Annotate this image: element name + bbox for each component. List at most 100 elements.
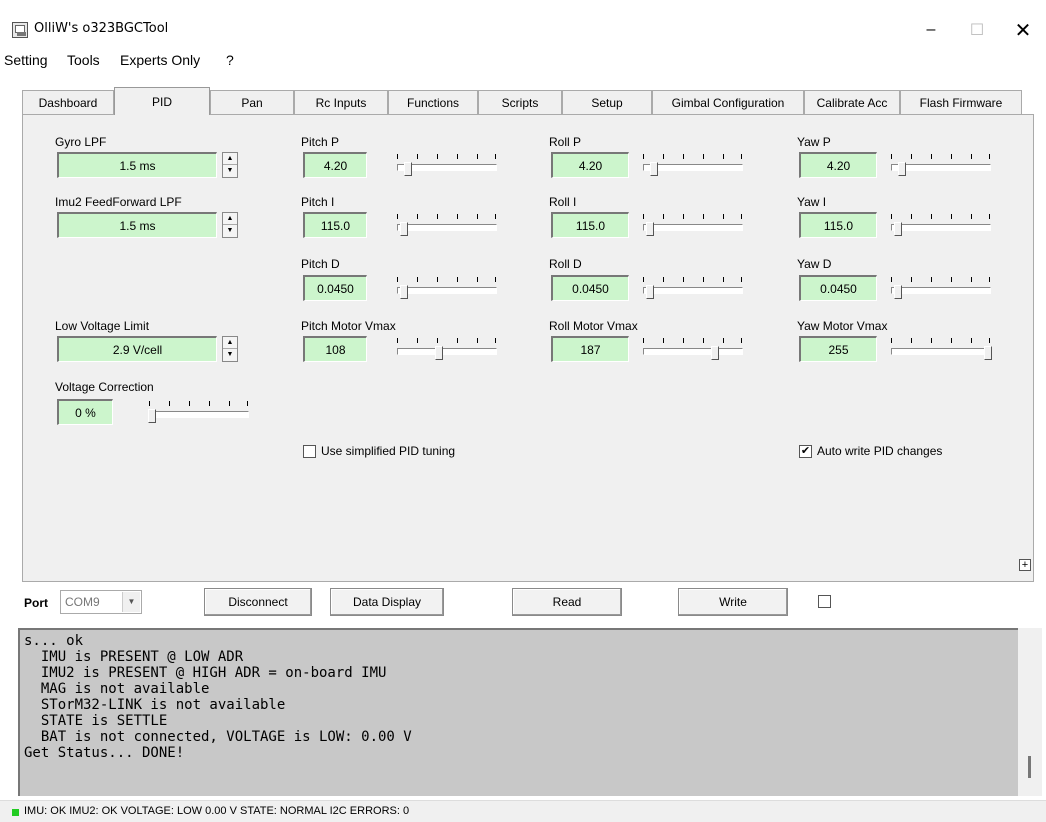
spin-up-icon[interactable]: ▲ xyxy=(223,153,237,165)
roll-p-field[interactable]: 4.20 xyxy=(551,152,629,178)
pitch-d-field[interactable]: 0.0450 xyxy=(303,275,367,301)
log-scrollbar[interactable] xyxy=(1018,628,1042,796)
menu-experts-only[interactable]: Experts Only xyxy=(120,52,200,68)
slider-thumb[interactable] xyxy=(649,162,658,176)
port-option-checkbox[interactable] xyxy=(818,595,831,608)
slider-track[interactable] xyxy=(397,224,497,231)
tab-gimbal-configuration[interactable]: Gimbal Configuration xyxy=(652,90,804,114)
auto-write-pid-checkbox[interactable]: ✔ xyxy=(799,445,812,458)
tab-scripts[interactable]: Scripts xyxy=(478,90,562,114)
yaw-p-slider[interactable] xyxy=(889,152,993,178)
tab-pid[interactable]: PID xyxy=(114,87,210,115)
slider-track[interactable] xyxy=(643,224,743,231)
slider-thumb[interactable] xyxy=(399,222,408,236)
roll-vmax-field[interactable]: 187 xyxy=(551,336,629,362)
roll-d-field[interactable]: 0.0450 xyxy=(551,275,629,301)
slider-thumb[interactable] xyxy=(645,222,654,236)
yaw-d-field[interactable]: 0.0450 xyxy=(799,275,877,301)
slider-thumb[interactable] xyxy=(710,346,719,360)
slider-track[interactable] xyxy=(891,164,991,171)
gyro-lpf-label: Gyro LPF xyxy=(55,135,107,149)
menu-help[interactable]: ? xyxy=(226,52,234,68)
spin-down-icon[interactable]: ▼ xyxy=(223,225,237,237)
roll-p-slider[interactable] xyxy=(641,152,745,178)
menu-tools[interactable]: Tools xyxy=(67,52,100,68)
roll-i-slider[interactable] xyxy=(641,212,745,238)
tab-calibrate-acc[interactable]: Calibrate Acc xyxy=(804,90,900,114)
chevron-down-icon[interactable]: ▼ xyxy=(122,592,140,612)
maximize-button[interactable]: ☐ xyxy=(954,10,1000,50)
simplified-pid-checkbox[interactable] xyxy=(303,445,316,458)
close-button[interactable]: ✕ xyxy=(1000,10,1046,50)
slider-thumb[interactable] xyxy=(897,162,906,176)
slider-track[interactable] xyxy=(397,287,497,294)
disconnect-button[interactable]: Disconnect xyxy=(204,588,312,616)
slider-track[interactable] xyxy=(891,348,991,355)
spin-down-icon[interactable]: ▼ xyxy=(223,165,237,177)
slider-tick xyxy=(971,277,972,282)
roll-d-slider[interactable] xyxy=(641,275,745,301)
yaw-i-slider[interactable] xyxy=(889,212,993,238)
tab-rc-inputs[interactable]: Rc Inputs xyxy=(294,90,388,114)
tab-functions[interactable]: Functions xyxy=(388,90,478,114)
voltage-correction-slider[interactable] xyxy=(147,399,251,425)
spin-down-icon[interactable]: ▼ xyxy=(223,349,237,361)
slider-track[interactable] xyxy=(643,348,743,355)
slider-track[interactable] xyxy=(643,164,743,171)
imu2-ff-lpf-spinner[interactable]: ▲ ▼ xyxy=(222,212,238,238)
roll-i-label: Roll I xyxy=(549,195,577,209)
tab-flash-firmware[interactable]: Flash Firmware xyxy=(900,90,1022,114)
low-voltage-field[interactable]: 2.9 V/cell xyxy=(57,336,217,362)
pitch-vmax-field[interactable]: 108 xyxy=(303,336,367,362)
low-voltage-spinner[interactable]: ▲ ▼ xyxy=(222,336,238,362)
yaw-d-label: Yaw D xyxy=(797,257,832,271)
yaw-i-field[interactable]: 115.0 xyxy=(799,212,877,238)
menu-setting[interactable]: Setting xyxy=(4,52,48,68)
yaw-p-field[interactable]: 4.20 xyxy=(799,152,877,178)
port-bar: Port COM9 ▼ Disconnect Data Display Read… xyxy=(0,584,1046,622)
gyro-lpf-field[interactable]: 1.5 ms xyxy=(57,152,217,178)
pitch-d-slider[interactable] xyxy=(395,275,499,301)
pitch-vmax-slider[interactable] xyxy=(395,336,499,362)
spin-up-icon[interactable]: ▲ xyxy=(223,337,237,349)
read-button[interactable]: Read xyxy=(512,588,622,616)
slider-tick xyxy=(703,154,704,159)
slider-track[interactable] xyxy=(397,164,497,171)
slider-thumb[interactable] xyxy=(435,346,444,360)
minimize-button[interactable]: – xyxy=(908,10,954,50)
slider-thumb[interactable] xyxy=(893,222,902,236)
pitch-i-slider[interactable] xyxy=(395,212,499,238)
yaw-vmax-field[interactable]: 255 xyxy=(799,336,877,362)
port-select[interactable]: COM9 ▼ xyxy=(60,590,142,614)
imu2-ff-lpf-field[interactable]: 1.5 ms xyxy=(57,212,217,238)
write-button[interactable]: Write xyxy=(678,588,788,616)
slider-tick xyxy=(703,338,704,343)
slider-track[interactable] xyxy=(643,287,743,294)
data-display-button[interactable]: Data Display xyxy=(330,588,444,616)
slider-track[interactable] xyxy=(891,287,991,294)
slider-track[interactable] xyxy=(149,411,249,418)
tab-setup[interactable]: Setup xyxy=(562,90,652,114)
tab-dashboard[interactable]: Dashboard xyxy=(22,90,114,114)
expand-plus-icon[interactable]: + xyxy=(1019,559,1031,571)
slider-thumb[interactable] xyxy=(403,162,412,176)
slider-track[interactable] xyxy=(891,224,991,231)
pitch-p-field[interactable]: 4.20 xyxy=(303,152,367,178)
roll-vmax-slider[interactable] xyxy=(641,336,745,362)
slider-thumb[interactable] xyxy=(984,346,992,360)
yaw-vmax-slider[interactable] xyxy=(889,336,993,362)
tab-pan[interactable]: Pan xyxy=(210,90,294,114)
slider-thumb[interactable] xyxy=(148,409,156,423)
slider-thumb[interactable] xyxy=(893,285,902,299)
pitch-p-slider[interactable] xyxy=(395,152,499,178)
scrollbar-thumb[interactable] xyxy=(1028,756,1031,778)
slider-track[interactable] xyxy=(397,348,497,355)
voltage-correction-field[interactable]: 0 % xyxy=(57,399,113,425)
slider-thumb[interactable] xyxy=(399,285,408,299)
spin-up-icon[interactable]: ▲ xyxy=(223,213,237,225)
yaw-d-slider[interactable] xyxy=(889,275,993,301)
gyro-lpf-spinner[interactable]: ▲ ▼ xyxy=(222,152,238,178)
roll-i-field[interactable]: 115.0 xyxy=(551,212,629,238)
pitch-i-field[interactable]: 115.0 xyxy=(303,212,367,238)
slider-thumb[interactable] xyxy=(645,285,654,299)
